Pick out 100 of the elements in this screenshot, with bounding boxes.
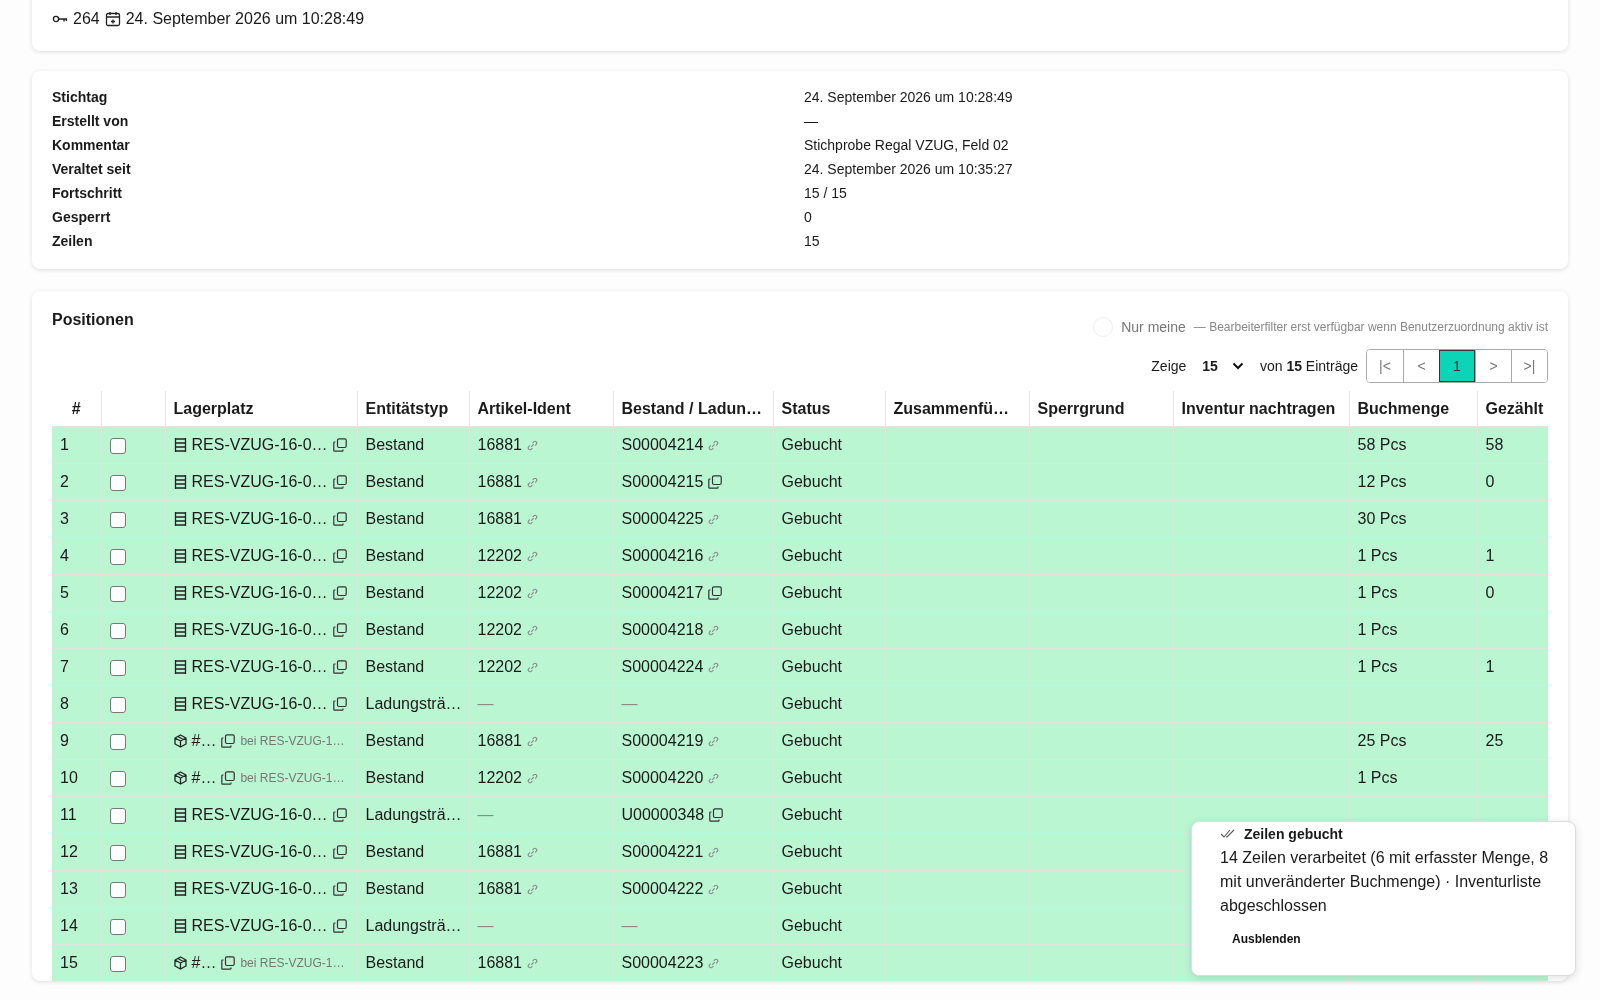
status-text: Gebucht (781, 769, 842, 786)
link-icon[interactable] (527, 439, 538, 451)
row-checkbox[interactable] (109, 881, 126, 898)
link-icon[interactable] (527, 883, 538, 895)
link-icon[interactable] (527, 735, 538, 747)
link-icon[interactable] (708, 439, 720, 451)
link-icon[interactable] (527, 513, 538, 525)
link-icon[interactable] (708, 883, 720, 895)
link-icon[interactable] (527, 587, 538, 599)
toast-title: Zeilen gebucht (1244, 826, 1343, 842)
page-button[interactable]: 1 (1439, 350, 1475, 382)
copy-icon[interactable] (708, 475, 723, 489)
row-checkbox[interactable] (109, 659, 126, 676)
copy-icon[interactable] (332, 512, 347, 526)
row-checkbox[interactable] (109, 918, 126, 935)
detail-label: Kommentar (52, 137, 131, 153)
article-text: 12202 (477, 658, 522, 676)
link-icon[interactable] (527, 624, 538, 636)
stock-text: S00004215 (621, 473, 704, 491)
row-number: 5 (60, 584, 69, 601)
stock-text: U00000348 (621, 806, 705, 824)
link-icon[interactable] (708, 846, 720, 858)
type-text: Bestand (365, 843, 425, 860)
type-text: Bestand (365, 732, 425, 749)
row-checkbox[interactable] (109, 955, 126, 972)
row-checkbox[interactable] (109, 585, 126, 602)
copy-icon[interactable] (332, 919, 347, 933)
toast-message: 14 Zeilen verarbeitet (6 mit erfasster Menge, 8 mit unveränderter Buchmenge) · Inventurliste abgeschlossen (1220, 848, 1550, 916)
row-number: 13 (60, 880, 78, 897)
row-checkbox[interactable] (109, 474, 126, 491)
rack-icon (173, 807, 187, 823)
copy-icon[interactable] (332, 882, 347, 896)
link-icon[interactable] (708, 735, 720, 747)
column-header: Zusammenfü… (893, 399, 1010, 417)
copy-icon[interactable] (332, 586, 347, 600)
page-size-label: Zeige (1151, 358, 1187, 374)
row-checkbox[interactable] (109, 548, 126, 565)
id-text: 264 (73, 10, 100, 28)
copy-icon[interactable] (332, 808, 347, 822)
link-icon[interactable] (527, 476, 538, 488)
link-icon[interactable] (708, 772, 720, 784)
type-text: Ladungsträ… (365, 806, 462, 823)
copy-icon[interactable] (221, 734, 236, 748)
row-checkbox[interactable] (109, 733, 126, 750)
book-quantity: 1 Pcs (1357, 769, 1398, 786)
detail-label: Veraltet seit (52, 161, 132, 177)
row-number: 7 (60, 658, 69, 675)
copy-icon[interactable] (709, 808, 724, 822)
carrier-text: #… (191, 954, 217, 972)
row-checkbox[interactable] (109, 770, 126, 787)
row-number: 9 (60, 732, 69, 749)
link-icon[interactable] (527, 846, 538, 858)
row-checkbox[interactable] (109, 696, 126, 713)
link-icon[interactable] (708, 957, 720, 969)
link-icon[interactable] (527, 661, 538, 673)
detail-label: Stichtag (52, 89, 109, 105)
page-button[interactable]: >| (1511, 350, 1547, 382)
link-icon[interactable] (527, 957, 538, 969)
copy-icon[interactable] (221, 771, 236, 785)
location-text: RES-VZUG-16-0… (191, 473, 328, 491)
dismiss-button[interactable]: Ausblenden (1220, 928, 1313, 950)
stock-text: S00004214 (621, 436, 704, 454)
book-quantity: 1 Pcs (1357, 658, 1398, 675)
type-text: Ladungsträ… (365, 917, 462, 934)
location-text: RES-VZUG-16-0… (191, 880, 328, 898)
row-checkbox[interactable] (109, 807, 126, 824)
caret-icon (1231, 362, 1244, 370)
copy-icon[interactable] (332, 475, 347, 489)
article-text: 16881 (477, 732, 522, 750)
copy-icon[interactable] (221, 956, 236, 970)
location-text: RES-VZUG-16-0… (191, 843, 328, 861)
row-checkbox[interactable] (109, 622, 126, 639)
copy-icon[interactable] (332, 549, 347, 563)
row-number: 15 (60, 954, 78, 971)
copy-icon[interactable] (332, 697, 347, 711)
copy-icon[interactable] (708, 586, 723, 600)
status-text: Gebucht (781, 880, 842, 897)
row-checkbox[interactable] (109, 844, 126, 861)
location-text: RES-VZUG-16-0… (191, 436, 328, 454)
link-icon[interactable] (708, 624, 720, 636)
copy-icon[interactable] (332, 623, 347, 637)
type-text: Bestand (365, 510, 425, 527)
copy-icon[interactable] (332, 438, 347, 452)
page-size-select[interactable]: 15 (1194, 358, 1252, 374)
link-icon[interactable] (527, 772, 538, 784)
article-text: 16881 (477, 843, 522, 861)
link-icon[interactable] (708, 661, 720, 673)
status-text: Gebucht (781, 510, 842, 527)
copy-icon[interactable] (332, 845, 347, 859)
book-quantity: 58 Pcs (1357, 436, 1407, 453)
stock-text: S00004216 (621, 547, 704, 565)
row-checkbox[interactable] (109, 437, 126, 454)
double-check-icon (1220, 829, 1236, 839)
status-text: Gebucht (781, 695, 842, 712)
row-checkbox[interactable] (109, 511, 126, 528)
link-icon[interactable] (527, 550, 538, 562)
section-title: Positionen (52, 311, 134, 329)
link-icon[interactable] (708, 550, 720, 562)
copy-icon[interactable] (332, 660, 347, 674)
link-icon[interactable] (708, 513, 720, 525)
